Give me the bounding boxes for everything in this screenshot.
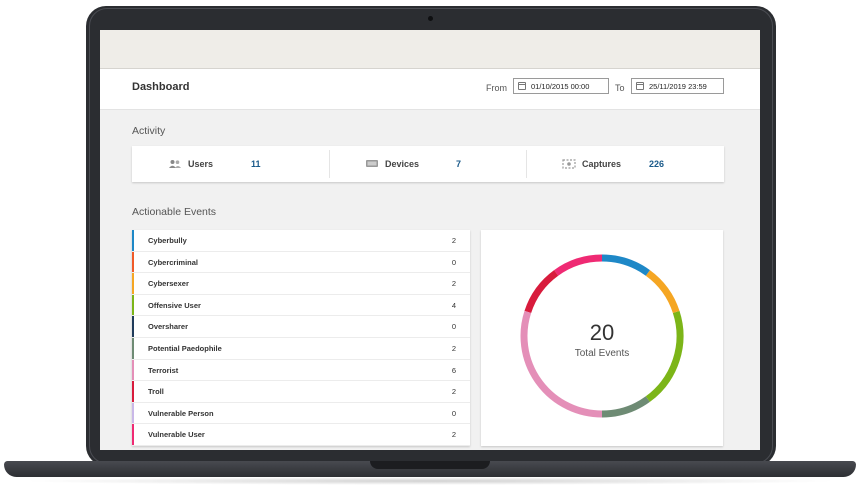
event-name: Oversharer <box>148 322 189 332</box>
from-label: From <box>486 83 507 93</box>
activity-users[interactable]: Users <box>168 146 213 182</box>
page-title: Dashboard <box>132 81 190 93</box>
top-bar <box>100 30 760 69</box>
to-date-input[interactable]: 25/11/2019 23:59 <box>631 78 724 94</box>
event-count: 0 <box>451 408 456 418</box>
events-title: Actionable Events <box>132 206 217 218</box>
donut-slice-cyberbully[interactable] <box>601 254 650 276</box>
users-label: Users <box>188 159 214 169</box>
category-color-bar <box>132 424 134 445</box>
donut-slice-potential-paedophile[interactable] <box>601 396 650 418</box>
table-row[interactable]: Cyberbully 2 <box>132 230 470 252</box>
category-color-bar <box>132 294 134 316</box>
event-name: Terrorist <box>148 365 179 375</box>
table-row[interactable]: Terrorist 6 <box>132 359 470 382</box>
event-count: 2 <box>451 430 456 440</box>
activity-divider <box>329 150 330 178</box>
app-screen: Dashboard From 01/10/2015 00:00 To 25/11… <box>100 30 760 450</box>
event-count: 2 <box>451 344 456 353</box>
event-name: Troll <box>148 387 164 397</box>
table-row[interactable]: Cybercriminal 0 <box>132 251 470 274</box>
activity-title: Activity <box>132 125 166 137</box>
event-count: 2 <box>451 279 456 289</box>
table-row[interactable]: Potential Paedophile 2 <box>132 338 470 360</box>
category-color-bar <box>132 381 134 402</box>
category-color-bar <box>132 402 134 424</box>
event-name: Vulnerable Person <box>148 408 214 418</box>
donut-slice-vulnerable-user[interactable] <box>554 254 603 276</box>
activity-divider <box>526 150 527 178</box>
event-name: Vulnerable User <box>148 430 205 440</box>
event-name: Cybercriminal <box>148 257 199 267</box>
category-color-bar <box>132 338 134 359</box>
dashboard-header: Dashboard From 01/10/2015 00:00 To 25/11… <box>100 69 760 110</box>
event-count: 0 <box>451 257 456 267</box>
captures-label: Captures <box>582 159 622 169</box>
calendar-icon[interactable] <box>518 82 526 90</box>
webcam-icon <box>428 16 433 21</box>
from-date-input[interactable]: 01/10/2015 00:00 <box>513 78 609 94</box>
table-row[interactable]: Offensive User 4 <box>132 294 470 317</box>
category-color-bar <box>132 251 134 273</box>
table-row[interactable]: Vulnerable Person 0 <box>132 402 470 425</box>
to-label: To <box>615 83 625 93</box>
activity-card: Users 11 Devices 7 Captures 226 <box>132 146 724 182</box>
events-donut-chart: 20 Total Events <box>520 254 684 418</box>
table-row[interactable]: Troll 2 <box>132 381 470 403</box>
laptop-shadow <box>20 477 840 485</box>
devices-label: Devices <box>385 159 420 169</box>
category-color-bar <box>132 273 134 294</box>
table-row[interactable]: Oversharer 0 <box>132 316 470 338</box>
users-icon <box>169 160 181 168</box>
event-count: 2 <box>451 236 456 245</box>
table-row[interactable]: Vulnerable User 2 <box>132 424 470 446</box>
event-name: Cybersexer <box>148 279 189 289</box>
category-color-bar <box>132 230 134 251</box>
donut-card: 20 Total Events <box>481 230 723 446</box>
to-date-value: 25/11/2019 23:59 <box>649 81 707 91</box>
event-name: Potential Paedophile <box>148 344 222 353</box>
events-table: Cyberbully 2 Cybercriminal 0 Cybersexer 2 Offe… <box>132 230 470 446</box>
captures-icon <box>562 159 576 169</box>
users-count: 11 <box>251 159 261 169</box>
laptop-notch <box>370 461 490 469</box>
category-color-bar <box>132 316 134 337</box>
table-row[interactable]: Cybersexer 2 <box>132 273 470 295</box>
donut-slice-offensive-user[interactable] <box>645 310 684 402</box>
event-name: Cyberbully <box>148 236 187 245</box>
event-count: 0 <box>451 322 456 332</box>
event-name: Offensive User <box>148 300 201 310</box>
total-count: 20 <box>590 320 614 345</box>
event-count: 4 <box>451 300 456 310</box>
donut-slice-cybersexer[interactable] <box>645 270 680 314</box>
activity-devices[interactable]: Devices <box>365 146 419 182</box>
devices-icon <box>366 160 378 167</box>
category-color-bar <box>132 359 134 381</box>
event-count: 2 <box>451 387 456 397</box>
activity-captures[interactable]: Captures <box>562 146 621 182</box>
event-count: 6 <box>451 365 456 375</box>
total-label: Total Events <box>575 348 629 359</box>
captures-count: 226 <box>649 159 665 169</box>
devices-count: 7 <box>456 159 462 169</box>
from-date-value: 01/10/2015 00:00 <box>531 81 590 91</box>
donut-slice-troll[interactable] <box>524 270 559 314</box>
calendar-icon[interactable] <box>636 82 644 90</box>
